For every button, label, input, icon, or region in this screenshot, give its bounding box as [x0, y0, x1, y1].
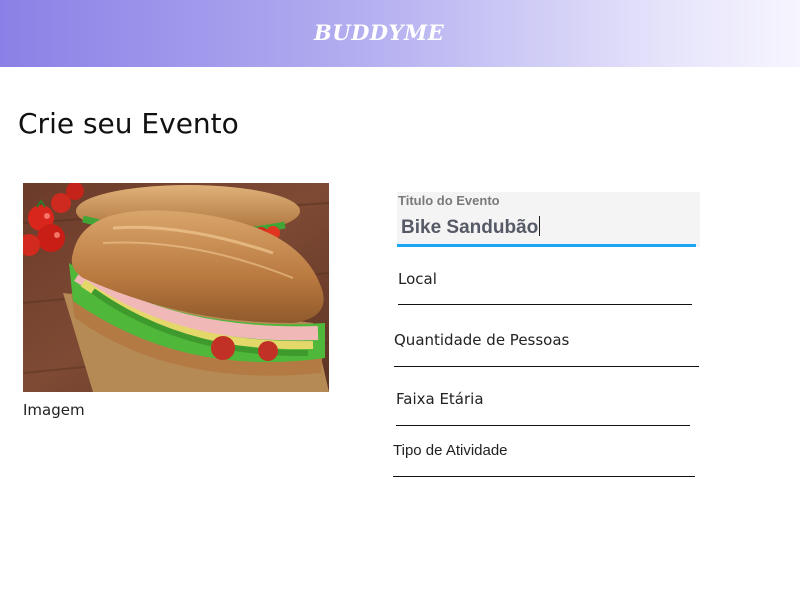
brand-logo[interactable]: BUDDYME	[314, 20, 444, 46]
event-title-input[interactable]: Bike Sandubão	[401, 216, 541, 239]
activity-type-label: Tipo de Atividade	[393, 442, 508, 459]
event-title-label: Titulo do Evento	[398, 193, 500, 208]
app-header: BUDDYME	[0, 0, 800, 67]
age-range-label: Faixa Etária	[396, 390, 484, 408]
people-count-input[interactable]	[394, 366, 699, 367]
sandwich-image	[23, 183, 329, 392]
event-title-field[interactable]: Titulo do Evento Bike Sandubão	[397, 192, 700, 247]
event-title-underline	[397, 244, 696, 247]
event-image[interactable]	[23, 183, 329, 392]
page-title: Crie seu Evento	[18, 106, 239, 140]
local-input[interactable]	[398, 304, 692, 305]
local-label: Local	[398, 270, 437, 288]
activity-type-input[interactable]	[393, 476, 695, 477]
image-caption: Imagem	[23, 401, 85, 419]
text-caret	[539, 216, 541, 236]
event-title-value: Bike Sandubão	[401, 217, 539, 238]
people-count-label: Quantidade de Pessoas	[394, 331, 570, 349]
age-range-input[interactable]	[396, 425, 690, 426]
